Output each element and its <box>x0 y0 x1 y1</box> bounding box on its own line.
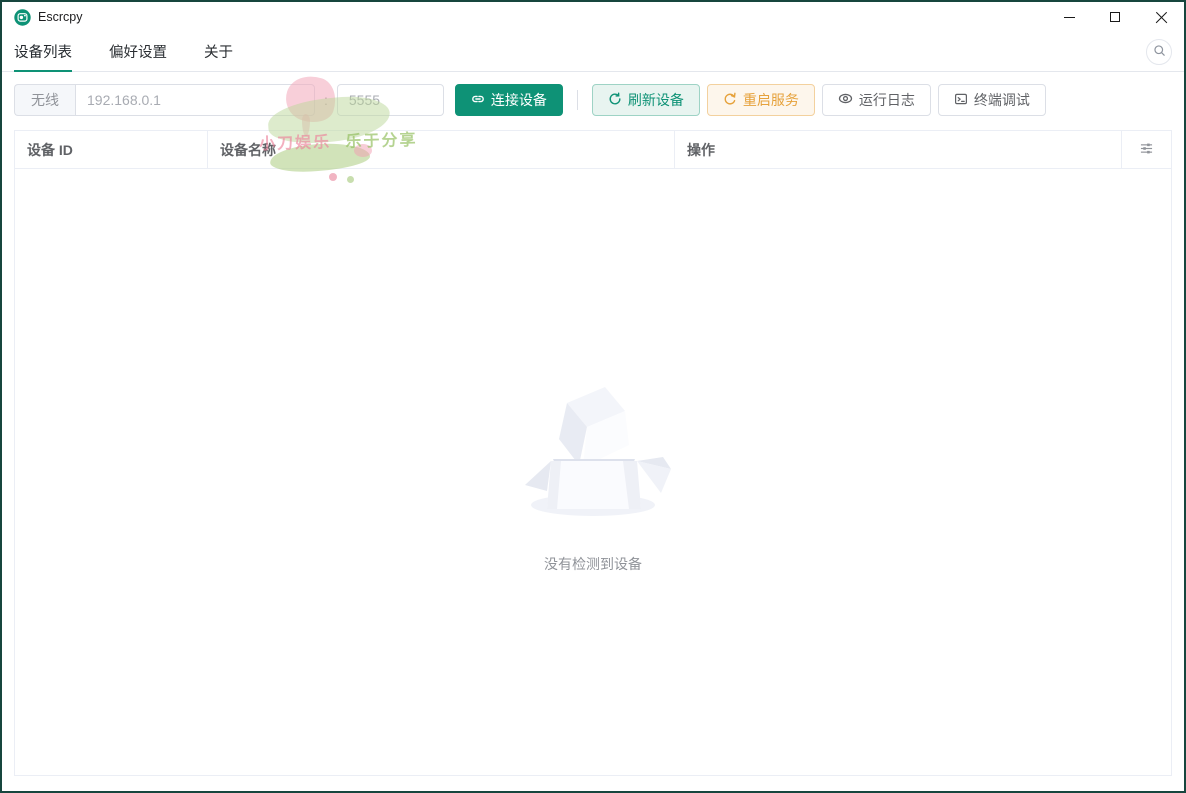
search-button[interactable] <box>1146 38 1172 65</box>
empty-state-description: 没有检测到设备 <box>544 555 642 572</box>
refresh-icon <box>608 92 622 109</box>
toolbar-divider <box>576 90 578 110</box>
window-controls <box>1046 2 1184 32</box>
wireless-address-group: 无线 <box>14 84 315 116</box>
ip-address-input[interactable] <box>75 84 315 116</box>
column-header-actions: 操作 <box>675 131 1122 168</box>
eye-icon <box>838 91 853 109</box>
restart-service-label: 重启服务 <box>742 92 799 108</box>
close-icon <box>1155 11 1168 24</box>
connection-toolbar: 无线 : 连接设备 刷新设备 重启服 <box>14 84 1172 116</box>
refresh-devices-label: 刷新设备 <box>627 92 684 108</box>
tab-device-list[interactable]: 设备列表 <box>14 32 72 72</box>
terminal-debug-button[interactable]: 终端调试 <box>937 84 1046 116</box>
device-table-body: 没有检测到设备 <box>15 169 1171 775</box>
refresh-devices-button[interactable]: 刷新设备 <box>591 84 700 116</box>
maximize-icon <box>1110 12 1120 22</box>
column-header-device-id: 设备 ID <box>15 131 208 168</box>
restart-service-button[interactable]: 重启服务 <box>706 84 815 116</box>
port-separator: : <box>324 92 328 108</box>
title-bar: Escrcpy <box>2 2 1184 32</box>
maximize-button[interactable] <box>1092 2 1138 32</box>
restart-icon <box>723 92 737 109</box>
app-window: { "window": { "title": "Escrcpy" }, "tab… <box>0 0 1186 793</box>
terminal-debug-label: 终端调试 <box>973 92 1030 108</box>
close-button[interactable] <box>1138 2 1184 32</box>
sliders-icon <box>1139 141 1154 159</box>
minimize-icon <box>1063 16 1075 18</box>
run-logs-button[interactable]: 运行日志 <box>821 84 931 116</box>
app-logo-icon <box>14 8 31 26</box>
window-title: Escrcpy <box>38 10 83 24</box>
tab-about[interactable]: 关于 <box>204 32 233 71</box>
terminal-icon <box>954 92 968 109</box>
device-table-header: 设备 ID 设备名称 操作 <box>15 131 1171 169</box>
run-logs-label: 运行日志 <box>858 92 915 108</box>
device-table: 设备 ID 设备名称 操作 没有检测到设备 <box>14 130 1172 776</box>
empty-box-illustration <box>513 371 673 526</box>
connect-device-button[interactable]: 连接设备 <box>454 84 563 116</box>
column-settings-button[interactable] <box>1122 131 1171 168</box>
search-icon <box>1153 44 1166 60</box>
connect-device-label: 连接设备 <box>490 92 547 108</box>
empty-state: 没有检测到设备 <box>513 371 673 574</box>
tab-bar: 设备列表 偏好设置 关于 <box>2 32 1184 72</box>
wireless-mode-label: 无线 <box>14 84 75 116</box>
column-header-device-name: 设备名称 <box>208 131 675 168</box>
port-input[interactable] <box>336 84 444 116</box>
tab-preferences[interactable]: 偏好设置 <box>109 32 167 71</box>
minimize-button[interactable] <box>1046 2 1092 32</box>
connect-link-icon <box>471 92 485 109</box>
